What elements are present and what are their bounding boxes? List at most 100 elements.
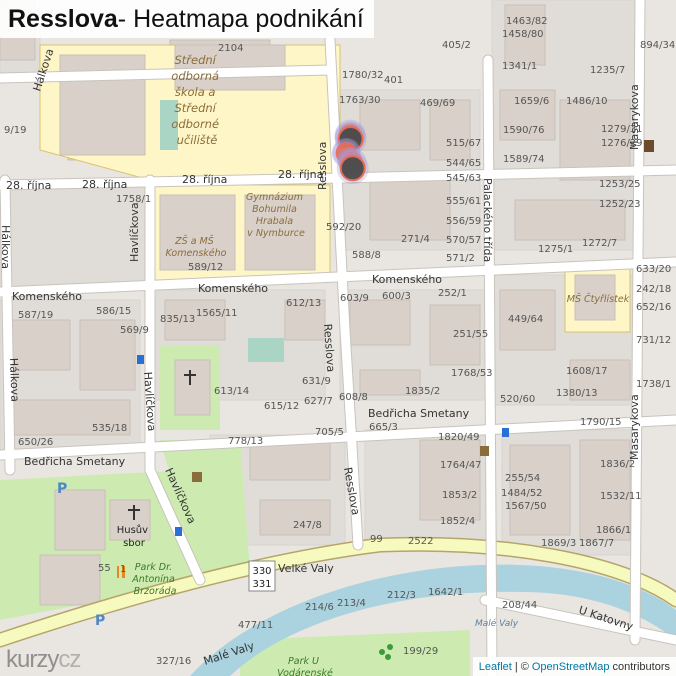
house-number: 1341/1 <box>502 61 537 72</box>
svg-text:P: P <box>95 613 105 629</box>
title-street: Resslova <box>8 4 118 33</box>
house-number: 1869/3 <box>541 538 576 549</box>
house-number: 705/5 <box>315 427 344 438</box>
pharmacy-icon <box>644 140 654 152</box>
attribution-separator: | © <box>514 660 529 673</box>
kurzy-logo[interactable]: kurzycz <box>6 646 81 674</box>
house-number: 271/4 <box>401 234 430 245</box>
house-number: 1567/50 <box>505 501 547 512</box>
street-label-komenskeho: Komenského <box>12 290 82 303</box>
street-label-resslova: Resslova <box>316 142 329 190</box>
house-number: 469/69 <box>420 98 455 109</box>
house-number: 1790/15 <box>580 417 622 428</box>
house-number: 569/9 <box>120 325 149 336</box>
house-number: 247/8 <box>293 520 322 531</box>
logo-tld: cz <box>58 646 81 673</box>
house-number: 1253/25 <box>599 179 641 190</box>
street-label-rijna: 28. října <box>182 173 227 186</box>
street-label-rijna: 28. října <box>82 178 127 191</box>
house-number: 600/3 <box>382 291 411 302</box>
map-attribution: Leaflet | © OpenStreetMap contributors <box>472 657 676 676</box>
house-number: 477/11 <box>238 620 273 631</box>
bus-stop-icon <box>175 527 182 536</box>
house-number: 613/14 <box>214 386 249 397</box>
house-number: 252/1 <box>438 288 467 299</box>
svg-text:331: 331 <box>252 579 271 590</box>
house-number: 1463/82 <box>506 16 548 27</box>
house-number: 650/26 <box>18 437 53 448</box>
house-number: 1380/13 <box>556 388 598 399</box>
house-number: 608/8 <box>339 392 368 403</box>
cafe-icon <box>480 446 489 456</box>
house-number: 1484/52 <box>501 488 543 499</box>
house-number: 586/15 <box>96 306 131 317</box>
house-number: 2522 <box>408 536 433 547</box>
street-label-komenskeho: Komenského <box>372 273 442 286</box>
house-number: 592/20 <box>326 222 361 233</box>
house-number: 571/2 <box>446 253 475 264</box>
house-number: 627/7 <box>304 396 333 407</box>
house-number: 1764/47 <box>440 460 482 471</box>
poi-label-park: Park Dr. Antonína Brzoráda <box>131 562 178 597</box>
street-label-rijna: 28. října <box>6 179 51 192</box>
house-number: 1276/29 <box>601 138 643 149</box>
house-number: 589/12 <box>188 262 223 273</box>
street-label-palackeho: Palackého třída <box>481 178 494 262</box>
street-label-male-valy: Malé Valy <box>475 618 519 629</box>
house-number: 1758/1 <box>116 194 151 205</box>
house-number: 631/9 <box>302 376 331 387</box>
house-number: 242/18 <box>636 284 671 295</box>
house-number: 251/55 <box>453 329 488 340</box>
bus-stop-icon <box>502 428 509 437</box>
house-number: 1252/23 <box>599 199 641 210</box>
house-number: 1458/80 <box>502 29 544 40</box>
house-number: 555/61 <box>446 196 481 207</box>
house-number: 212/3 <box>387 590 416 601</box>
title-subtitle: - Heatmapa podnikání <box>117 4 364 33</box>
house-number: 1820/49 <box>438 432 480 443</box>
memorial-icon <box>192 472 202 482</box>
attribution-contributors: contributors <box>612 660 670 673</box>
house-number: 1565/11 <box>196 308 238 319</box>
bus-stop-icon <box>137 355 144 364</box>
house-number: 615/12 <box>264 401 299 412</box>
house-number: 587/19 <box>18 310 53 321</box>
street-label-velke-valy: Velké Valy <box>278 562 334 575</box>
house-number: 1867/7 <box>579 538 614 549</box>
house-number: 55 <box>98 563 111 574</box>
house-number: 1853/2 <box>442 490 477 501</box>
house-number: 1780/32 <box>342 70 384 81</box>
osm-link[interactable]: OpenStreetMap <box>532 661 610 673</box>
house-number: 214/6 <box>305 602 334 613</box>
house-number: 1589/74 <box>503 154 545 165</box>
logo-brand: kurzy <box>6 646 59 673</box>
house-number: 545/63 <box>446 173 481 184</box>
house-number: 199/29 <box>403 646 438 657</box>
house-number: 449/64 <box>508 314 543 325</box>
house-number: 1768/53 <box>451 368 493 379</box>
street-label-komenskeho: Komenského <box>198 282 268 295</box>
house-number: 665/3 <box>369 422 398 433</box>
house-number: 633/20 <box>636 264 671 275</box>
street-label-smetany: Bedřicha Smetany <box>24 455 126 468</box>
house-number: 612/13 <box>286 298 321 309</box>
house-number: 1279/31 <box>601 124 643 135</box>
house-number: 1590/76 <box>503 125 545 136</box>
route-shield: 330 331 <box>248 560 276 592</box>
map-canvas[interactable]: 28. října 28. října 28. října 28. října … <box>0 0 676 676</box>
house-number: 731/12 <box>636 335 671 346</box>
house-number: 2104 <box>218 43 243 54</box>
house-number: 1836/2 <box>600 459 635 470</box>
map-title: Resslova - Heatmapa podnikání <box>0 0 374 38</box>
house-number: 515/67 <box>446 138 481 149</box>
street-label-halkova: Hálkova <box>7 358 22 402</box>
poi-label-ms-ctyrlistek: MŠ Čtyřlístek <box>567 293 630 305</box>
house-number: 894/34 <box>640 40 675 51</box>
house-number: 1642/1 <box>428 587 463 598</box>
house-number: 520/60 <box>500 394 535 405</box>
heatmap-point[interactable] <box>336 152 369 185</box>
house-number: 1866/1 <box>596 525 631 536</box>
house-number: 9/19 <box>4 125 26 136</box>
house-number: 778/13 <box>228 436 263 447</box>
leaflet-link[interactable]: Leaflet <box>479 661 512 673</box>
